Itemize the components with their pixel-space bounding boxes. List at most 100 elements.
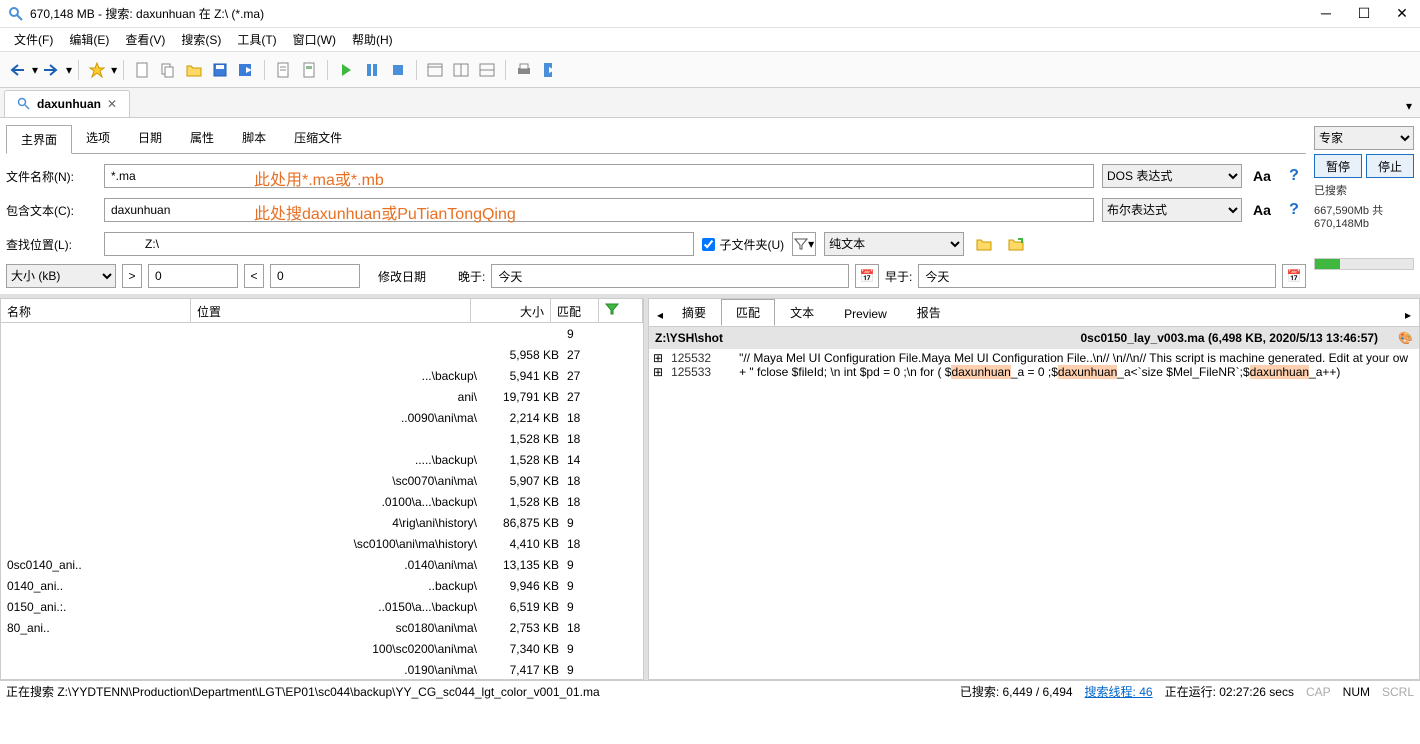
table-row[interactable]: 100\sc0200\ani\ma\7,340 KB9 [1,638,643,659]
palette-icon[interactable]: 🎨 [1398,331,1413,345]
preview-nav-right[interactable]: ▸ [1401,304,1415,326]
mode-select[interactable]: 专家 [1314,126,1414,150]
tab-label: daxunhuan [37,97,101,111]
copy-button[interactable] [156,58,180,82]
close-button[interactable]: ✕ [1392,5,1412,22]
case-toggle-2[interactable]: Aa [1250,198,1274,222]
after-input[interactable] [491,264,849,288]
col-match-header[interactable]: 匹配 [551,299,599,322]
fav-dropdown[interactable]: ▾ [111,63,117,77]
lookin-expr-select[interactable]: 纯文本 [824,232,964,256]
back-dropdown[interactable]: ▾ [32,63,38,77]
stop-search-button[interactable]: 停止 [1366,154,1414,178]
save-button[interactable] [208,58,232,82]
preview-tab-report[interactable]: 报告 [902,299,956,326]
preview-tab-summary[interactable]: 摘要 [667,299,721,326]
menu-file[interactable]: 文件(F) [6,29,61,50]
contains-expr-select[interactable]: 布尔表达式 [1102,198,1242,222]
nav-back-button[interactable] [6,58,30,82]
exit-button[interactable] [538,58,562,82]
filename-input[interactable] [104,164,1094,188]
size-max-input[interactable] [270,264,360,288]
lookin-input[interactable] [104,232,694,256]
filename-expr-select[interactable]: DOS 表达式 [1102,164,1242,188]
table-row[interactable]: 0sc0140_ani...0140\ani\ma\13,135 KB9 [1,554,643,575]
preview-tab-text[interactable]: 文本 [775,299,829,326]
size-gt-button[interactable]: > [122,264,142,288]
menu-help[interactable]: 帮助(H) [344,29,401,50]
minimize-button[interactable]: ─ [1316,5,1336,22]
filter-header-icon[interactable] [599,299,643,322]
help-icon[interactable]: ? [1282,164,1306,188]
favorite-button[interactable] [85,58,109,82]
table-row[interactable]: .....\backup\1,528 KB14 [1,449,643,470]
pause-search-button[interactable]: 暂停 [1314,154,1362,178]
table-row[interactable]: 4\rig\ani\history\86,875 KB9 [1,512,643,533]
export-button[interactable] [234,58,258,82]
table-row[interactable]: 80_ani..sc0180\ani\ma\2,753 KB18 [1,617,643,638]
fwd-dropdown[interactable]: ▾ [66,63,72,77]
search-tab[interactable]: daxunhuan ✕ [4,90,130,117]
subfolders-checkbox[interactable]: 子文件夹(U) [702,236,784,253]
tab-date[interactable]: 日期 [124,124,176,153]
play-button[interactable] [334,58,358,82]
filter-button[interactable]: ▾ [792,232,816,256]
table-row[interactable]: 9 [1,323,643,344]
col-name-header[interactable]: 名称 [1,299,191,322]
preview-nav-left[interactable]: ◂ [653,304,667,326]
browse-folder-button[interactable] [972,232,996,256]
menu-edit[interactable]: 编辑(E) [61,29,117,50]
doc2-button[interactable] [297,58,321,82]
pause-button[interactable] [360,58,384,82]
layout1-button[interactable] [423,58,447,82]
menu-tools[interactable]: 工具(T) [229,29,284,50]
contains-input[interactable] [104,198,1094,222]
help-icon-2[interactable]: ? [1282,198,1306,222]
preview-tab-preview[interactable]: Preview [829,302,902,326]
tab-close-icon[interactable]: ✕ [107,97,117,111]
tab-script[interactable]: 脚本 [228,124,280,153]
layout3-button[interactable] [475,58,499,82]
table-row[interactable]: \sc0100\ani\ma\history\4,410 KB18 [1,533,643,554]
maximize-button[interactable]: ☐ [1354,5,1374,22]
preview-line[interactable]: ⊞125533 + " fclose $fileId; \n int $pd =… [653,365,1415,379]
table-row[interactable]: 0150_ani.:...0150\a...\backup\6,519 KB9 [1,596,643,617]
table-row[interactable]: .0190\ani\ma\7,417 KB9 [1,659,643,679]
print-button[interactable] [512,58,536,82]
new-doc-button[interactable] [130,58,154,82]
size-min-input[interactable] [148,264,238,288]
status-threads-link[interactable]: 搜索线程: 46 [1085,683,1153,700]
recent-folder-button[interactable] [1004,232,1028,256]
stop-button[interactable] [386,58,410,82]
open-button[interactable] [182,58,206,82]
menu-view[interactable]: 查看(V) [117,29,173,50]
table-row[interactable]: 0140_ani....backup\9,946 KB9 [1,575,643,596]
after-calendar-button[interactable]: 📅 [855,264,879,288]
before-calendar-button[interactable]: 📅 [1282,264,1306,288]
table-row[interactable]: \sc0070\ani\ma\5,907 KB18 [1,470,643,491]
nav-forward-button[interactable] [40,58,64,82]
col-loc-header[interactable]: 位置 [191,299,471,322]
tab-options[interactable]: 选项 [72,124,124,153]
doc1-button[interactable] [271,58,295,82]
size-lt-button[interactable]: < [244,264,264,288]
size-unit-select[interactable]: 大小 (kB) [6,264,116,288]
table-row[interactable]: ani\19,791 KB27 [1,386,643,407]
table-row[interactable]: ..0090\ani\ma\2,214 KB18 [1,407,643,428]
table-row[interactable]: 5,958 KB27 [1,344,643,365]
tabstrip-dropdown[interactable]: ▾ [1402,95,1416,117]
tab-zip[interactable]: 压缩文件 [280,124,356,153]
table-row[interactable]: ...\backup\5,941 KB27 [1,365,643,386]
col-size-header[interactable]: 大小 [471,299,551,322]
tab-main[interactable]: 主界面 [6,125,72,154]
preview-line[interactable]: ⊞125532 "// Maya Mel UI Configuration Fi… [653,351,1415,365]
table-row[interactable]: 1,528 KB18 [1,428,643,449]
before-input[interactable] [918,264,1276,288]
layout2-button[interactable] [449,58,473,82]
preview-tab-match[interactable]: 匹配 [721,299,775,326]
tab-attr[interactable]: 属性 [176,124,228,153]
case-toggle[interactable]: Aa [1250,164,1274,188]
menu-window[interactable]: 窗口(W) [285,29,344,50]
table-row[interactable]: .0100\a...\backup\1,528 KB18 [1,491,643,512]
menu-search[interactable]: 搜索(S) [173,29,229,50]
